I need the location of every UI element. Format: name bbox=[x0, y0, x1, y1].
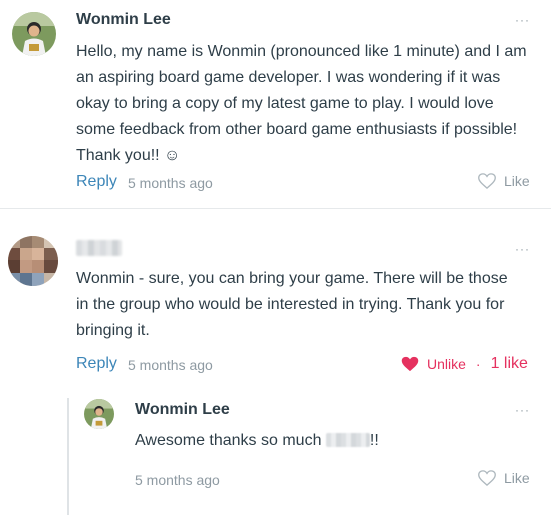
heart-outline-icon bbox=[478, 173, 496, 189]
avatar[interactable] bbox=[8, 236, 58, 286]
unlike-button[interactable]: Unlike · 1 like bbox=[401, 355, 528, 373]
reply-text: Awesome thanks so much !! bbox=[135, 428, 515, 454]
divider bbox=[0, 208, 551, 209]
more-options-icon[interactable]: ··· bbox=[515, 14, 530, 26]
comment-author[interactable]: Wonmin Lee bbox=[76, 11, 171, 29]
redacted-name bbox=[325, 433, 370, 447]
heart-filled-icon bbox=[401, 356, 419, 372]
like-button[interactable]: Like bbox=[478, 470, 530, 486]
like-label: Like bbox=[504, 470, 530, 486]
reply-author[interactable]: Wonmin Lee bbox=[135, 401, 230, 419]
heart-outline-icon bbox=[478, 470, 496, 486]
like-count[interactable]: 1 like bbox=[491, 355, 528, 373]
more-options-icon[interactable]: ··· bbox=[515, 404, 530, 416]
unlike-label: Unlike bbox=[427, 356, 466, 372]
avatar[interactable] bbox=[84, 399, 114, 429]
comment-timestamp[interactable]: 5 months ago bbox=[128, 175, 213, 191]
thread-line bbox=[67, 398, 69, 515]
reply-button[interactable]: Reply bbox=[76, 355, 117, 373]
reply-button[interactable]: Reply bbox=[76, 173, 117, 191]
avatar[interactable] bbox=[12, 12, 56, 56]
comment-timestamp[interactable]: 5 months ago bbox=[128, 357, 213, 373]
comment-text: Wonmin - sure, you can bring your game. … bbox=[76, 270, 508, 339]
comment-author[interactable] bbox=[76, 240, 122, 256]
comment-text: Hello, my name is Wonmin (pronounced lik… bbox=[76, 43, 527, 164]
more-options-icon[interactable]: ··· bbox=[515, 243, 530, 255]
like-button[interactable]: Like bbox=[478, 173, 530, 189]
reply-text-end: !! bbox=[369, 432, 379, 449]
reply-timestamp[interactable]: 5 months ago bbox=[135, 472, 220, 488]
like-label: Like bbox=[504, 173, 530, 189]
separator-dot: · bbox=[475, 356, 481, 372]
reply-text-start: Awesome thanks so much bbox=[135, 432, 326, 449]
